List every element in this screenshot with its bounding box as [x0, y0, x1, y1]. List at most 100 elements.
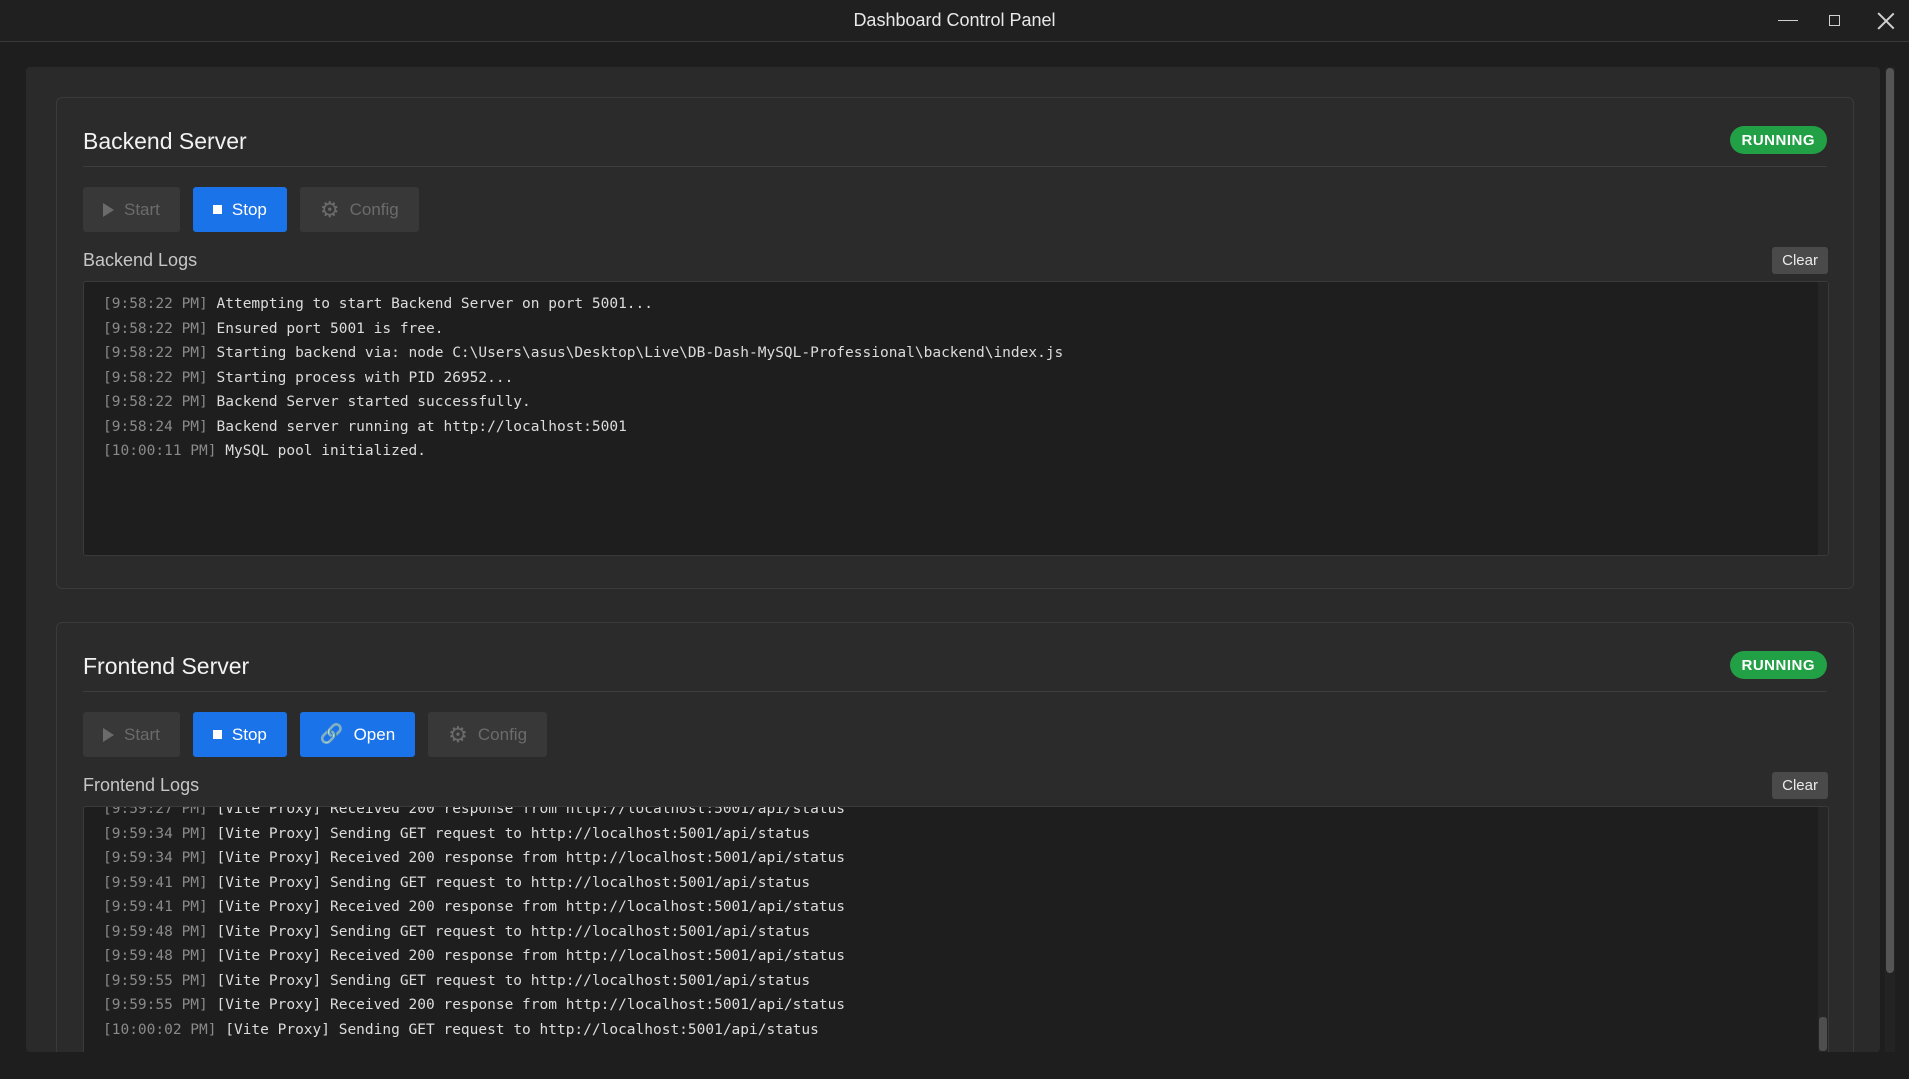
log-message: Backend server running at http://localho…	[216, 418, 627, 435]
log-timestamp: [10:00:02 PM]	[103, 1021, 217, 1038]
maximize-icon	[1828, 15, 1840, 26]
page-scroll-thumb[interactable]	[1886, 68, 1894, 973]
log-timestamp: [9:58:22 PM]	[103, 369, 208, 386]
main-panel: Backend Server RUNNING Start Stop ⚙ Conf…	[26, 67, 1880, 1052]
log-timestamp: [9:59:41 PM]	[103, 874, 208, 891]
log-timestamp: [9:58:24 PM]	[103, 418, 208, 435]
frontend-config-label: Config	[477, 724, 528, 744]
frontend-open-label: Open	[353, 724, 396, 744]
log-line: [9:59:48 PM] [Vite Proxy] Sending GET re…	[84, 920, 1828, 945]
log-line: [9:58:22 PM] Backend Server started succ…	[84, 390, 1828, 415]
log-line: [9:59:55 PM] [Vite Proxy] Received 200 r…	[84, 993, 1828, 1018]
backend-server-card: Backend Server RUNNING Start Stop ⚙ Conf…	[56, 97, 1854, 589]
log-timestamp: [9:59:48 PM]	[103, 923, 208, 940]
log-message: [Vite Proxy] Received 200 response from …	[216, 806, 846, 817]
frontend-status-badge: RUNNING	[1729, 651, 1827, 679]
frontend-log-scrollbar[interactable]	[1818, 807, 1828, 1052]
backend-start-label: Start	[124, 199, 160, 219]
backend-card-header: Backend Server RUNNING	[83, 118, 1827, 167]
maximize-button[interactable]	[1811, 0, 1857, 41]
backend-config-label: Config	[349, 199, 399, 219]
frontend-log-list: [9:59:27 PM] [Vite Proxy] Received 200 r…	[84, 806, 1828, 1043]
log-timestamp: [9:59:27 PM]	[103, 806, 208, 817]
log-line: [9:59:41 PM] [Vite Proxy] Sending GET re…	[84, 871, 1828, 896]
close-button[interactable]	[1863, 0, 1909, 41]
log-timestamp: [9:58:22 PM]	[103, 345, 208, 361]
close-icon	[1877, 12, 1895, 30]
window-title: Dashboard Control Panel	[853, 10, 1056, 30]
frontend-clear-button[interactable]: Clear	[1772, 772, 1828, 799]
backend-stop-label: Stop	[231, 199, 267, 219]
frontend-stop-label: Stop	[231, 724, 267, 744]
log-line: [9:59:34 PM] [Vite Proxy] Received 200 r…	[84, 846, 1828, 871]
log-message: [Vite Proxy] Sending GET request to http…	[225, 1021, 819, 1038]
log-message: [Vite Proxy] Sending GET request to http…	[216, 874, 811, 891]
stop-icon	[212, 730, 222, 739]
log-timestamp: [9:58:22 PM]	[103, 320, 208, 337]
frontend-button-row: Start Stop 🔗 Open ⚙ Config	[83, 712, 548, 757]
log-message: Attempting to start Backend Server on po…	[216, 296, 654, 312]
backend-log-scrollbar[interactable]	[1818, 282, 1828, 555]
log-message: MySQL pool initialized.	[225, 443, 427, 459]
backend-start-button[interactable]: Start	[83, 187, 180, 232]
log-message: [Vite Proxy] Received 200 response from …	[216, 850, 846, 866]
frontend-log-view[interactable]: [9:59:27 PM] [Vite Proxy] Received 200 r…	[83, 806, 1829, 1052]
log-line: [9:58:22 PM] Starting backend via: node …	[84, 341, 1828, 366]
log-line: [9:58:22 PM] Attempting to start Backend…	[84, 292, 1828, 317]
log-message: [Vite Proxy] Received 200 response from …	[216, 997, 846, 1013]
log-line: [9:58:22 PM] Starting process with PID 2…	[84, 366, 1828, 391]
frontend-start-label: Start	[124, 724, 160, 744]
frontend-log-scroll-thumb[interactable]	[1819, 1017, 1827, 1051]
backend-title: Backend Server	[83, 128, 247, 154]
frontend-config-button[interactable]: ⚙ Config	[428, 712, 548, 757]
minimize-button[interactable]	[1765, 0, 1811, 41]
play-icon	[103, 202, 114, 217]
log-line: [9:59:48 PM] [Vite Proxy] Received 200 r…	[84, 944, 1828, 969]
frontend-stop-button[interactable]: Stop	[192, 712, 287, 757]
log-message: [Vite Proxy] Received 200 response from …	[216, 948, 846, 964]
log-line: [9:59:34 PM] [Vite Proxy] Sending GET re…	[84, 822, 1828, 847]
minimize-icon	[1778, 20, 1798, 21]
log-timestamp: [9:59:34 PM]	[103, 850, 208, 866]
log-message: Ensured port 5001 is free.	[216, 320, 444, 337]
frontend-card-header: Frontend Server RUNNING	[83, 643, 1827, 692]
backend-logs-label: Backend Logs	[83, 250, 198, 270]
log-timestamp: [9:59:41 PM]	[103, 899, 208, 915]
frontend-open-button[interactable]: 🔗 Open	[299, 712, 416, 757]
log-message: Starting process with PID 26952...	[216, 369, 514, 386]
gear-icon: ⚙	[319, 196, 340, 222]
log-line: [9:58:22 PM] Ensured port 5001 is free.	[84, 317, 1828, 342]
play-icon	[103, 727, 114, 742]
log-line: [9:59:55 PM] [Vite Proxy] Sending GET re…	[84, 969, 1828, 994]
backend-stop-button[interactable]: Stop	[192, 187, 287, 232]
frontend-server-card: Frontend Server RUNNING Start Stop 🔗 Ope…	[56, 622, 1854, 1052]
link-icon: 🔗	[319, 724, 344, 745]
log-line: [9:59:41 PM] [Vite Proxy] Received 200 r…	[84, 895, 1828, 920]
backend-clear-button[interactable]: Clear	[1772, 247, 1828, 274]
log-line: [10:00:11 PM] MySQL pool initialized.	[84, 439, 1828, 464]
log-timestamp: [10:00:11 PM]	[103, 443, 217, 459]
log-line: [10:00:02 PM] [Vite Proxy] Sending GET r…	[84, 1018, 1828, 1043]
backend-log-list: [9:58:22 PM] Attempting to start Backend…	[84, 282, 1828, 464]
frontend-start-button[interactable]: Start	[83, 712, 180, 757]
backend-config-button[interactable]: ⚙ Config	[299, 187, 419, 232]
log-message: [Vite Proxy] Sending GET request to http…	[216, 923, 811, 940]
log-message: Backend Server started successfully.	[216, 394, 531, 410]
log-timestamp: [9:59:48 PM]	[103, 948, 208, 964]
gear-icon: ⚙	[448, 721, 468, 747]
log-timestamp: [9:59:34 PM]	[103, 825, 208, 842]
log-timestamp: [9:59:55 PM]	[103, 972, 208, 989]
frontend-title: Frontend Server	[83, 653, 250, 679]
log-message: Starting backend via: node C:\Users\asus…	[216, 345, 1064, 361]
log-timestamp: [9:58:22 PM]	[103, 296, 208, 312]
log-message: [Vite Proxy] Sending GET request to http…	[216, 972, 811, 989]
log-timestamp: [9:58:22 PM]	[103, 394, 208, 410]
frontend-logs-label: Frontend Logs	[83, 775, 200, 795]
log-line: [9:59:27 PM] [Vite Proxy] Received 200 r…	[84, 806, 1828, 822]
backend-log-view[interactable]: [9:58:22 PM] Attempting to start Backend…	[83, 281, 1829, 556]
log-timestamp: [9:59:55 PM]	[103, 997, 208, 1013]
log-message: [Vite Proxy] Sending GET request to http…	[216, 825, 811, 842]
stop-icon	[212, 205, 222, 214]
log-message: [Vite Proxy] Received 200 response from …	[216, 899, 846, 915]
title-bar: Dashboard Control Panel	[0, 0, 1909, 42]
